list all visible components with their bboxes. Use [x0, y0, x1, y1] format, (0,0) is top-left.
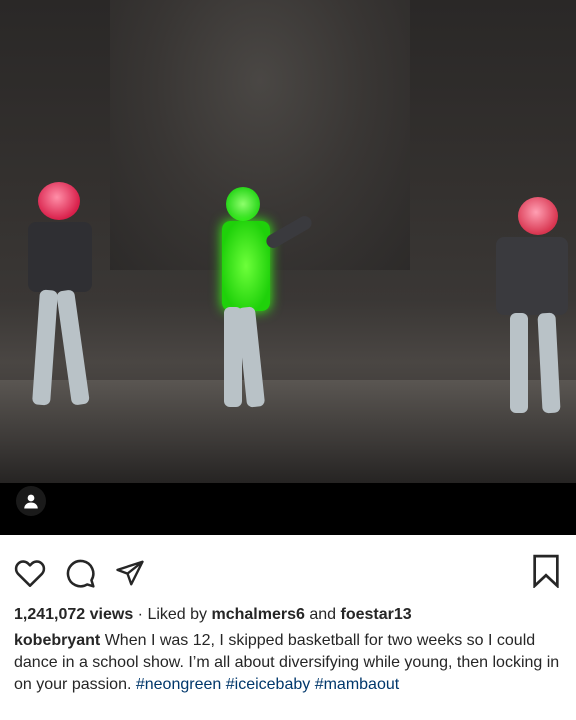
- video-player[interactable]: [0, 0, 576, 483]
- post-panel: 1,241,072 views · Liked by mchalmers6 an…: [0, 535, 576, 720]
- heart-icon[interactable]: [12, 555, 48, 591]
- dancer-left: [10, 180, 110, 420]
- view-count[interactable]: 1,241,072 views: [14, 606, 133, 623]
- comment-icon[interactable]: [62, 555, 98, 591]
- separator: ·: [137, 606, 143, 623]
- action-bar: [12, 555, 148, 591]
- caption-username[interactable]: kobebryant: [14, 632, 100, 649]
- person-icon[interactable]: [16, 486, 46, 516]
- post-caption: kobebryant When I was 12, I skipped bask…: [14, 630, 564, 696]
- dancer-right: [488, 195, 576, 425]
- liked-user-link[interactable]: mchalmers6: [212, 606, 305, 623]
- engagement-stats: 1,241,072 views · Liked by mchalmers6 an…: [14, 606, 412, 624]
- video-bottom-bar: [0, 483, 576, 535]
- hashtag-neongreen[interactable]: #neongreen: [136, 676, 221, 693]
- hashtag-iceicebaby[interactable]: #iceicebaby: [226, 676, 311, 693]
- hashtag-mambaout[interactable]: #mambaout: [315, 676, 400, 693]
- paper-plane-icon[interactable]: [112, 555, 148, 591]
- liked-by-label: Liked by: [147, 606, 208, 623]
- dancer-center: [180, 185, 330, 425]
- other-user-link[interactable]: foestar13: [341, 606, 412, 623]
- and-label: and: [309, 606, 337, 623]
- bookmark-icon[interactable]: [528, 553, 564, 589]
